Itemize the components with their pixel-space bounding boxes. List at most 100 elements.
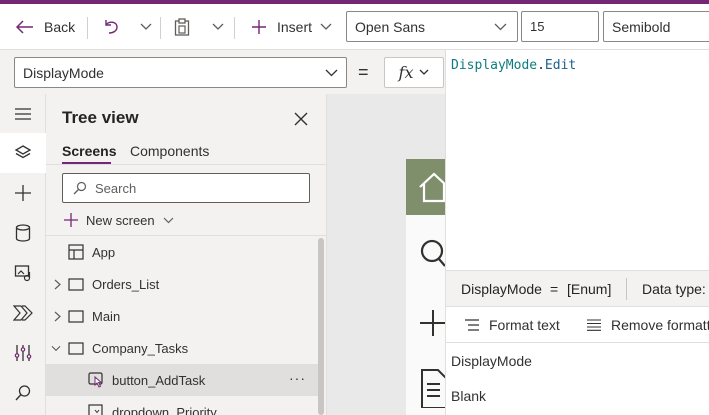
hamburger-menu-button[interactable] [0,94,46,134]
property-dropdown[interactable]: DisplayMode [14,57,347,88]
chevron-down-icon [163,217,174,224]
suggestion-list: DisplayMode Blank [445,343,709,415]
layers-icon [14,144,32,162]
chevron-down-icon [419,69,429,76]
fx-button[interactable]: fx [384,57,444,88]
undo-button[interactable] [102,12,120,42]
tab-screens[interactable]: Screens [62,143,116,159]
tree-item-label: dropdown_Priority [112,404,217,415]
font-weight-value: Semibold [612,18,671,35]
remove-formatting-button[interactable]: Remove formatti [586,317,709,333]
remove-formatting-label: Remove formatti [611,317,709,333]
formula-editor[interactable] [445,50,709,270]
chevron-down-icon [494,23,507,31]
tree-item-orders-list[interactable]: Orders_List [46,268,319,300]
arrow-left-icon [16,20,34,34]
chevron-down-icon [320,23,332,31]
chevron-right-icon[interactable] [52,279,62,289]
formula-text[interactable]: DisplayMode.Edit [451,58,576,73]
tree-search-input[interactable]: Search [62,173,310,203]
paste-menu-chevron[interactable] [212,12,224,42]
paste-button[interactable] [174,12,190,42]
database-icon [15,224,31,242]
search-icon [73,181,87,195]
plus-icon [14,184,32,202]
tab-components[interactable]: Components [130,143,209,159]
new-screen-button[interactable]: New screen [64,210,174,230]
tree-view-title: Tree view [62,108,139,127]
chevron-down-icon[interactable] [51,343,61,353]
suggestion-item[interactable]: DisplayMode [451,353,532,369]
dropdown-control-icon [88,404,104,415]
chevron-down-icon [212,23,224,31]
app-header-bar [406,159,448,215]
property-value: DisplayMode [23,64,104,81]
advanced-tools-rail-button[interactable] [0,333,46,373]
tree-view-panel: Tree view Screens Components Search New … [46,94,327,415]
tools-icon [14,344,32,362]
home-icon [418,171,448,203]
power-automate-rail-button[interactable] [0,293,46,333]
font-family-dropdown[interactable]: Open Sans [346,11,518,42]
data-type-label: Data type: l [642,280,709,297]
search-icon [418,238,446,268]
insert-label: Insert [277,19,313,35]
search-rail-button[interactable] [0,373,46,413]
close-icon [294,112,308,126]
more-options-icon[interactable]: ··· [289,370,306,386]
insert-button[interactable]: Insert [251,12,332,42]
formula-member: Edit [544,58,577,73]
info-property: DisplayMode [461,280,542,297]
tree-item-app[interactable]: App [46,236,319,268]
tree-item-label: App [92,244,116,260]
screen-icon [68,309,84,323]
tree-view-rail-button[interactable] [0,133,46,173]
plus-icon [251,19,267,35]
tree-item-dropdown-priority[interactable]: dropdown_Priority [46,396,319,415]
info-equals: = [550,280,559,297]
suggestion-item[interactable]: Blank [451,388,486,404]
back-label: Back [44,19,76,35]
chevron-right-icon[interactable] [52,311,62,321]
plus-icon [420,308,446,338]
formula-info-strip: DisplayMode = [Enum] Data type: l [445,270,709,306]
button-control-icon [88,372,104,388]
format-text-icon [464,319,480,331]
media-rail-button[interactable] [0,253,46,293]
formula-dot: . [537,58,545,73]
media-icon [14,264,32,282]
fx-icon: fx [398,63,414,82]
undo-icon [102,18,120,36]
plus-icon [64,213,78,227]
screen-icon [68,341,84,355]
formula-tools-strip: Format text Remove formatti [445,306,709,343]
close-tree-view-button[interactable] [290,108,312,130]
divider [626,278,627,300]
tree-item-button-addtask[interactable]: button_AddTask ··· [46,364,319,396]
clipboard-icon [174,18,190,36]
font-family-value: Open Sans [355,18,426,35]
hamburger-icon [14,107,32,121]
chevron-down-icon [325,69,338,77]
data-rail-button[interactable] [0,213,46,253]
power-apps-studio: Back Insert Open Sans 15 Semibold Displa… [0,0,709,415]
document-icon [420,368,446,408]
font-weight-dropdown[interactable]: Semibold [603,11,709,42]
undo-menu-chevron[interactable] [140,12,152,42]
formula-object: DisplayMode [451,58,538,73]
search-placeholder: Search [95,180,137,196]
tree-item-label: Orders_List [92,276,160,292]
format-text-label: Format text [489,317,560,333]
font-size-field[interactable]: 15 [521,11,599,42]
divider [234,17,235,39]
remove-formatting-icon [586,319,602,331]
tree-item-company-tasks[interactable]: Company_Tasks [46,332,319,364]
left-rail [0,94,46,415]
chevron-down-icon [140,23,152,31]
insert-rail-button[interactable] [0,173,46,213]
tree-item-main[interactable]: Main [46,300,319,332]
tree-scrollbar[interactable] [318,238,324,415]
format-text-button[interactable]: Format text [464,317,560,333]
command-bar: Back Insert Open Sans 15 Semibold [0,4,709,50]
back-button[interactable]: Back [16,12,75,42]
